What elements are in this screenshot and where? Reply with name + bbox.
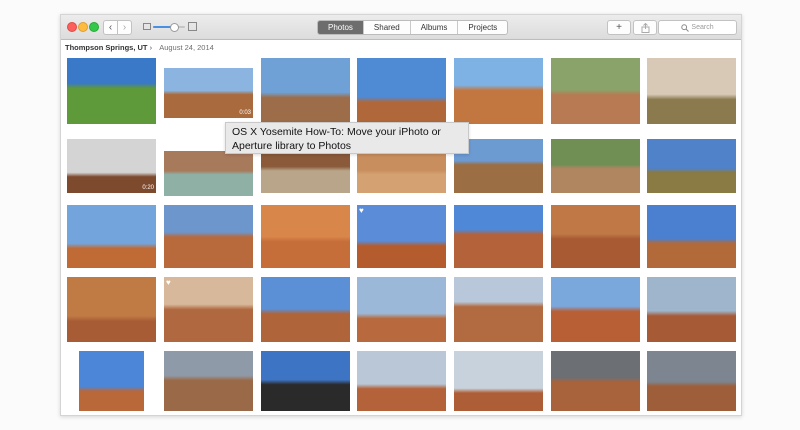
photo-thumbnail-delicate-arch[interactable]: ♥ [357,205,446,268]
search-field[interactable]: Search [658,20,737,35]
photo-thumbnail-arch-small[interactable] [79,351,144,411]
video-duration-badge: 0:20 [142,185,154,191]
tab-albums[interactable]: Albums [409,21,458,34]
photo-thumbnail-couple-arch[interactable] [647,277,736,342]
photo-thumbnail-rock-spires[interactable] [454,351,543,411]
back-button[interactable]: ‹ [104,21,117,34]
close-window-button[interactable] [67,22,77,32]
search-placeholder: Search [691,24,714,31]
search-icon [681,23,690,32]
photo-thumbnail-rock-formation[interactable] [357,277,446,342]
photo-thumbnail-canyon-creek[interactable] [647,58,736,124]
tooltip-line-2: Aperture library to Photos [232,140,352,152]
photo-thumbnail-hiker-silhouette[interactable] [261,351,350,411]
moment-date: August 24, 2014 [159,43,214,52]
photo-thumbnail-horse-riders-meadow[interactable] [67,58,156,124]
moment-location[interactable]: Thompson Springs, UT [65,43,148,52]
zoom-out-icon [143,23,151,30]
photos-window: ‹ › Photos Shared Albums Projects + Sear… [60,14,742,416]
photo-thumbnail-monument-valley[interactable] [454,58,543,124]
photo-thumbnail-horse-rider-red-hills[interactable]: 0:03 [164,68,253,118]
photo-thumbnail-rider-on-horse[interactable] [261,58,350,124]
photo-thumbnail-swimmer-pool[interactable] [164,151,253,196]
photo-thumbnail-hiker-canyon[interactable] [551,58,640,124]
navigation-buttons: ‹ › [103,20,132,35]
photo-thumbnail-hikers-arch[interactable] [164,205,253,268]
chevron-right-icon: › [149,43,153,52]
photo-thumbnail-arch-cloudy[interactable] [454,277,543,342]
photo-thumbnail-arch-blue-sky[interactable] [647,205,736,268]
tab-projects[interactable]: Projects [457,21,507,34]
photo-thumbnail-arch-hiker-green[interactable] [454,205,543,268]
tab-photos[interactable]: Photos [318,21,363,34]
tab-shared[interactable]: Shared [362,21,410,34]
photo-thumbnail-waterfall-rocks[interactable]: 0:20 [67,139,156,193]
photo-thumbnail-woman-arch-window[interactable] [67,277,156,342]
photo-thumbnail-hiker-dark-sky[interactable] [551,351,640,411]
add-button[interactable]: + [607,20,631,35]
photo-thumbnail-storm-clouds[interactable] [647,351,736,411]
photo-thumbnail-hiker-arch-red[interactable] [551,277,640,342]
photo-thumbnail-green-valley[interactable] [647,139,736,193]
photo-thumbnail-red-fins[interactable] [357,351,446,411]
photo-thumbnail-arches-clouds[interactable] [261,277,350,342]
photo-thumbnail-couple-selfie[interactable]: ♥ [164,277,253,342]
minimize-window-button[interactable] [78,22,88,32]
favorite-heart-icon: ♥ [166,278,171,287]
zoom-slider-knob[interactable] [170,23,180,32]
photo-thumbnail-red-slickrock[interactable] [261,205,350,268]
photo-thumbnail-canyon-overlook[interactable] [357,58,446,124]
zoom-in-icon [188,22,197,31]
share-icon [641,22,649,33]
toolbar: ‹ › Photos Shared Albums Projects + Sear… [61,15,741,40]
favorite-heart-icon: ♥ [359,206,364,215]
tooltip-line-1: OS X Yosemite How-To: Move your iPhoto o… [232,126,441,138]
video-duration-badge: 0:03 [239,110,251,116]
moment-header: Thompson Springs, UT › August 24, 2014 [65,41,214,54]
zoom-window-button[interactable] [89,22,99,32]
view-tabs: Photos Shared Albums Projects [317,20,509,35]
share-button[interactable] [633,20,657,35]
photo-thumbnail-selfie-arch[interactable] [551,205,640,268]
photo-thumbnail-butte-rider[interactable] [67,205,156,268]
forward-button[interactable]: › [117,21,131,34]
photo-thumbnail-hiker-jump-river[interactable] [551,139,640,193]
zoom-slider[interactable] [143,22,197,32]
tooltip: OS X Yosemite How-To: Move your iPhoto o… [225,122,469,154]
photo-thumbnail-storm-plateau[interactable] [164,351,253,411]
zoom-slider-track[interactable] [153,23,185,32]
